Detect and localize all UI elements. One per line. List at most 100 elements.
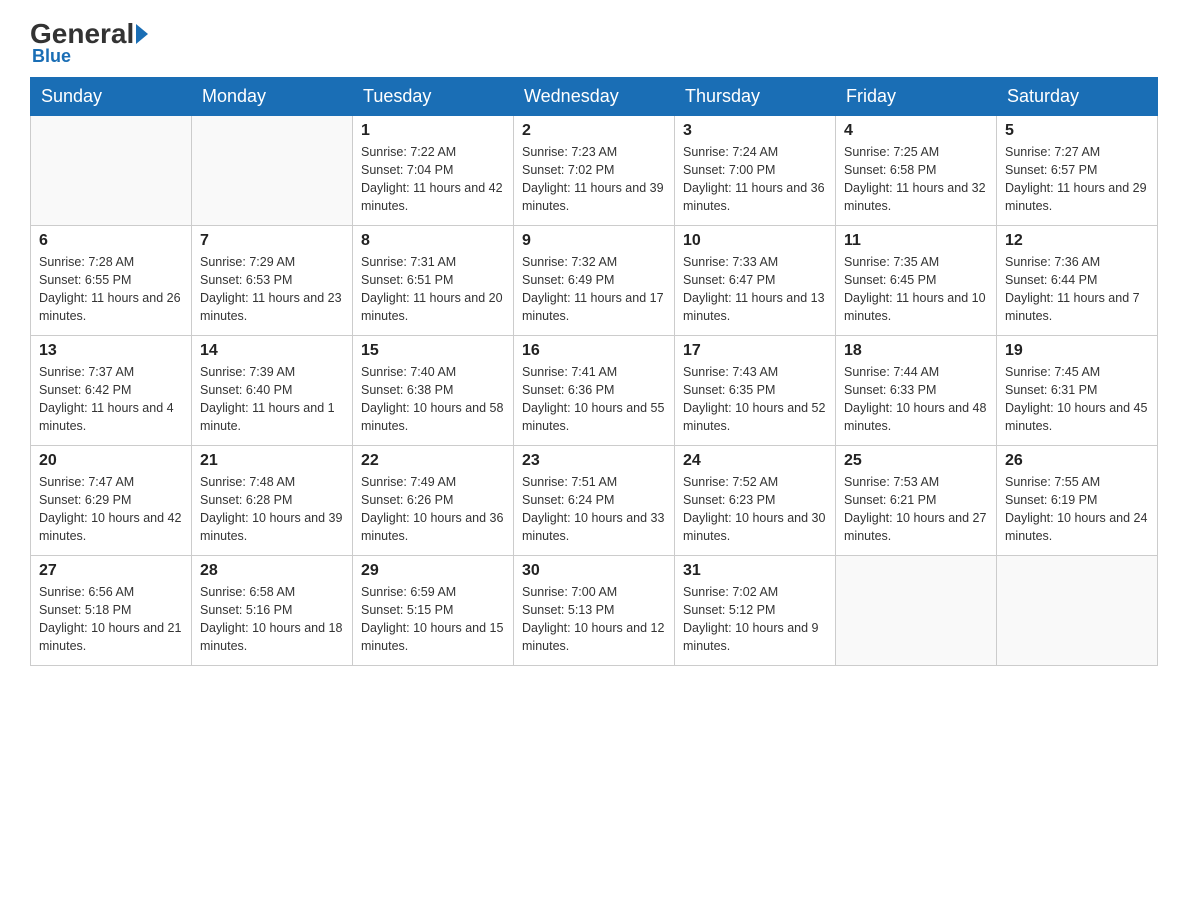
day-number: 13	[39, 342, 183, 360]
day-number: 9	[522, 232, 666, 250]
day-number: 26	[1005, 452, 1149, 470]
calendar-cell: 6 Sunrise: 7:28 AMSunset: 6:55 PMDaylight…	[31, 226, 192, 336]
day-info: Sunrise: 7:55 AMSunset: 6:19 PMDaylight:…	[1005, 473, 1149, 546]
calendar-cell: 25 Sunrise: 7:53 AMSunset: 6:21 PMDayligh…	[836, 446, 997, 556]
calendar-cell: 27 Sunrise: 6:56 AMSunset: 5:18 PMDayligh…	[31, 556, 192, 666]
day-number: 23	[522, 452, 666, 470]
day-number: 2	[522, 122, 666, 140]
day-info: Sunrise: 7:24 AMSunset: 7:00 PMDaylight:…	[683, 143, 827, 216]
day-number: 27	[39, 562, 183, 580]
calendar-header-thursday: Thursday	[675, 78, 836, 116]
calendar-week-2: 6 Sunrise: 7:28 AMSunset: 6:55 PMDaylight…	[31, 226, 1158, 336]
calendar-cell	[997, 556, 1158, 666]
calendar-header-monday: Monday	[192, 78, 353, 116]
calendar-cell: 30Sunrise: 7:00 AMSunset: 5:13 PMDayligh…	[514, 556, 675, 666]
day-number: 5	[1005, 122, 1149, 140]
calendar-cell: 23 Sunrise: 7:51 AMSunset: 6:24 PMDayligh…	[514, 446, 675, 556]
calendar-header-tuesday: Tuesday	[353, 78, 514, 116]
day-info: Sunrise: 7:44 AMSunset: 6:33 PMDaylight:…	[844, 363, 988, 436]
day-info: Sunrise: 7:32 AMSunset: 6:49 PMDaylight:…	[522, 253, 666, 326]
day-info: Sunrise: 7:40 AMSunset: 6:38 PMDaylight:…	[361, 363, 505, 436]
calendar-cell: 15 Sunrise: 7:40 AMSunset: 6:38 PMDayligh…	[353, 336, 514, 446]
calendar-table: SundayMondayTuesdayWednesdayThursdayFrid…	[30, 77, 1158, 666]
calendar-header-wednesday: Wednesday	[514, 78, 675, 116]
calendar-cell: 10 Sunrise: 7:33 AMSunset: 6:47 PMDayligh…	[675, 226, 836, 336]
day-info: Sunrise: 7:27 AMSunset: 6:57 PMDaylight:…	[1005, 143, 1149, 216]
calendar-cell: 17Sunrise: 7:43 AMSunset: 6:35 PMDayligh…	[675, 336, 836, 446]
day-number: 8	[361, 232, 505, 250]
day-number: 25	[844, 452, 988, 470]
day-number: 12	[1005, 232, 1149, 250]
day-number: 19	[1005, 342, 1149, 360]
day-number: 29	[361, 562, 505, 580]
calendar-cell: 8 Sunrise: 7:31 AMSunset: 6:51 PMDaylight…	[353, 226, 514, 336]
calendar-cell	[192, 116, 353, 226]
day-number: 24	[683, 452, 827, 470]
calendar-cell: 3 Sunrise: 7:24 AMSunset: 7:00 PMDaylight…	[675, 116, 836, 226]
calendar-week-5: 27 Sunrise: 6:56 AMSunset: 5:18 PMDayligh…	[31, 556, 1158, 666]
day-number: 22	[361, 452, 505, 470]
calendar-cell: 22 Sunrise: 7:49 AMSunset: 6:26 PMDayligh…	[353, 446, 514, 556]
day-number: 10	[683, 232, 827, 250]
day-number: 31	[683, 562, 827, 580]
day-info: Sunrise: 7:49 AMSunset: 6:26 PMDaylight:…	[361, 473, 505, 546]
day-info: Sunrise: 7:02 AMSunset: 5:12 PMDaylight:…	[683, 583, 827, 656]
day-info: Sunrise: 7:29 AMSunset: 6:53 PMDaylight:…	[200, 253, 344, 326]
day-info: Sunrise: 7:00 AMSunset: 5:13 PMDaylight:…	[522, 583, 666, 656]
day-number: 3	[683, 122, 827, 140]
day-number: 4	[844, 122, 988, 140]
day-info: Sunrise: 7:39 AMSunset: 6:40 PMDaylight:…	[200, 363, 344, 436]
calendar-header-friday: Friday	[836, 78, 997, 116]
day-number: 7	[200, 232, 344, 250]
calendar-cell: 9 Sunrise: 7:32 AMSunset: 6:49 PMDaylight…	[514, 226, 675, 336]
calendar-cell: 28Sunrise: 6:58 AMSunset: 5:16 PMDayligh…	[192, 556, 353, 666]
calendar-cell: 16Sunrise: 7:41 AMSunset: 6:36 PMDayligh…	[514, 336, 675, 446]
day-info: Sunrise: 7:31 AMSunset: 6:51 PMDaylight:…	[361, 253, 505, 326]
logo: General Blue	[30, 20, 150, 67]
calendar-week-3: 13 Sunrise: 7:37 AMSunset: 6:42 PMDayligh…	[31, 336, 1158, 446]
calendar-header-saturday: Saturday	[997, 78, 1158, 116]
calendar-cell: 14 Sunrise: 7:39 AMSunset: 6:40 PMDayligh…	[192, 336, 353, 446]
day-info: Sunrise: 7:33 AMSunset: 6:47 PMDaylight:…	[683, 253, 827, 326]
logo-arrow-icon	[136, 24, 148, 44]
calendar-cell: 2 Sunrise: 7:23 AMSunset: 7:02 PMDaylight…	[514, 116, 675, 226]
day-number: 15	[361, 342, 505, 360]
day-number: 1	[361, 122, 505, 140]
calendar-cell	[836, 556, 997, 666]
calendar-week-1: 1 Sunrise: 7:22 AMSunset: 7:04 PMDaylight…	[31, 116, 1158, 226]
day-number: 6	[39, 232, 183, 250]
day-info: Sunrise: 7:35 AMSunset: 6:45 PMDaylight:…	[844, 253, 988, 326]
day-info: Sunrise: 7:51 AMSunset: 6:24 PMDaylight:…	[522, 473, 666, 546]
day-info: Sunrise: 7:53 AMSunset: 6:21 PMDaylight:…	[844, 473, 988, 546]
day-info: Sunrise: 7:43 AMSunset: 6:35 PMDaylight:…	[683, 363, 827, 436]
calendar-cell: 24Sunrise: 7:52 AMSunset: 6:23 PMDayligh…	[675, 446, 836, 556]
day-info: Sunrise: 6:56 AMSunset: 5:18 PMDaylight:…	[39, 583, 183, 656]
calendar-header-sunday: Sunday	[31, 78, 192, 116]
calendar-cell: 1 Sunrise: 7:22 AMSunset: 7:04 PMDaylight…	[353, 116, 514, 226]
day-number: 14	[200, 342, 344, 360]
calendar-cell: 29 Sunrise: 6:59 AMSunset: 5:15 PMDayligh…	[353, 556, 514, 666]
calendar-week-4: 20Sunrise: 7:47 AMSunset: 6:29 PMDayligh…	[31, 446, 1158, 556]
calendar-cell: 26 Sunrise: 7:55 AMSunset: 6:19 PMDayligh…	[997, 446, 1158, 556]
day-info: Sunrise: 7:48 AMSunset: 6:28 PMDaylight:…	[200, 473, 344, 546]
day-info: Sunrise: 7:41 AMSunset: 6:36 PMDaylight:…	[522, 363, 666, 436]
day-info: Sunrise: 7:45 AMSunset: 6:31 PMDaylight:…	[1005, 363, 1149, 436]
calendar-cell: 5 Sunrise: 7:27 AMSunset: 6:57 PMDaylight…	[997, 116, 1158, 226]
day-info: Sunrise: 7:25 AMSunset: 6:58 PMDaylight:…	[844, 143, 988, 216]
day-number: 18	[844, 342, 988, 360]
calendar-cell: 4 Sunrise: 7:25 AMSunset: 6:58 PMDaylight…	[836, 116, 997, 226]
day-info: Sunrise: 6:58 AMSunset: 5:16 PMDaylight:…	[200, 583, 344, 656]
day-info: Sunrise: 7:23 AMSunset: 7:02 PMDaylight:…	[522, 143, 666, 216]
calendar-cell: 12Sunrise: 7:36 AMSunset: 6:44 PMDayligh…	[997, 226, 1158, 336]
day-info: Sunrise: 7:37 AMSunset: 6:42 PMDaylight:…	[39, 363, 183, 436]
logo-general-text: General	[30, 20, 134, 48]
calendar-cell: 7 Sunrise: 7:29 AMSunset: 6:53 PMDaylight…	[192, 226, 353, 336]
day-info: Sunrise: 7:28 AMSunset: 6:55 PMDaylight:…	[39, 253, 183, 326]
calendar-cell: 21 Sunrise: 7:48 AMSunset: 6:28 PMDayligh…	[192, 446, 353, 556]
day-number: 21	[200, 452, 344, 470]
calendar-header-row: SundayMondayTuesdayWednesdayThursdayFrid…	[31, 78, 1158, 116]
day-info: Sunrise: 7:22 AMSunset: 7:04 PMDaylight:…	[361, 143, 505, 216]
day-number: 20	[39, 452, 183, 470]
day-info: Sunrise: 6:59 AMSunset: 5:15 PMDaylight:…	[361, 583, 505, 656]
calendar-cell: 11Sunrise: 7:35 AMSunset: 6:45 PMDayligh…	[836, 226, 997, 336]
